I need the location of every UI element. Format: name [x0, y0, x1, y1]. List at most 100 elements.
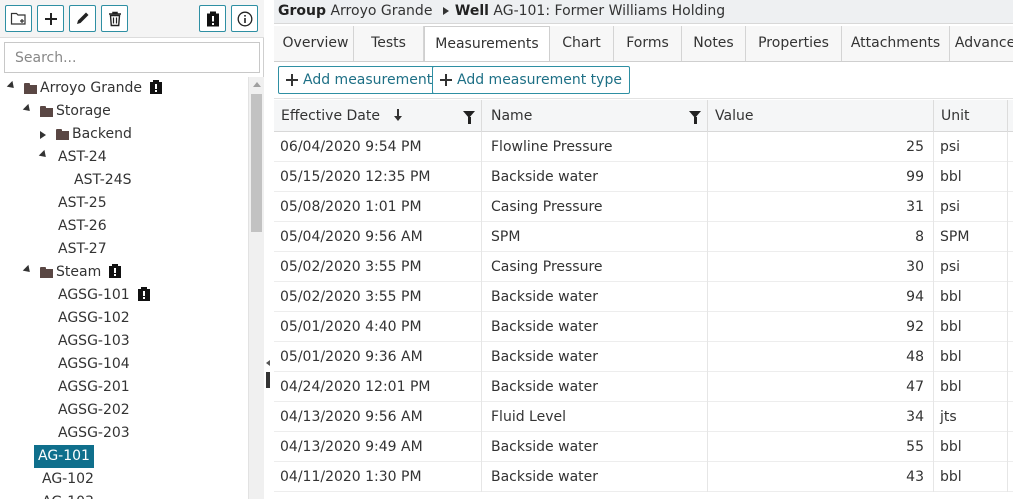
collapse-triangle-icon[interactable] — [22, 264, 33, 275]
cell-date: 04/11/2020 1:30 PM — [274, 462, 482, 492]
tree-node[interactable]: AG-103 — [0, 491, 248, 499]
tab-label: Notes — [693, 35, 734, 51]
tree-node[interactable]: AGSG-203 — [0, 422, 248, 445]
scrollbar-thumb[interactable] — [251, 94, 262, 232]
tab-forms[interactable]: Forms — [614, 26, 682, 61]
add-folder-button[interactable] — [5, 5, 32, 32]
scroll-up-arrow-icon[interactable] — [253, 82, 261, 87]
tree-node-label: AGSG-203 — [58, 425, 130, 441]
tree-node[interactable]: Steam — [0, 261, 248, 284]
collapse-triangle-icon[interactable] — [22, 103, 33, 114]
column-header-value[interactable]: Value — [708, 100, 934, 132]
tree-node[interactable]: AST-25 — [0, 192, 248, 215]
tree-node[interactable]: AST-24S — [0, 169, 248, 192]
tree-node-label: Steam — [56, 264, 102, 280]
measurements-grid: Effective Date Name Value Unit 06/04/202… — [274, 100, 1013, 499]
table-row[interactable]: 05/04/2020 9:56 AM SPM 8 SPM — [274, 222, 1013, 252]
table-row[interactable]: 05/01/2020 9:36 AM Backside water 48 bbl — [274, 342, 1013, 372]
tree-node[interactable]: AST-24 — [0, 146, 248, 169]
delete-button[interactable] — [101, 5, 128, 32]
tree-node[interactable]: AGSG-102 — [0, 307, 248, 330]
grid-header: Effective Date Name Value Unit — [274, 100, 1013, 132]
tree-node[interactable]: AGSG-103 — [0, 330, 248, 353]
tab-chart[interactable]: Chart — [550, 26, 614, 61]
table-row[interactable]: 04/13/2020 9:49 AM Backside water 55 bbl — [274, 432, 1013, 462]
table-row[interactable]: 05/08/2020 1:01 PM Casing Pressure 31 psi — [274, 192, 1013, 222]
filter-icon[interactable] — [689, 111, 701, 124]
cell-name: Backside water — [482, 162, 708, 192]
tree-node[interactable]: AGSG-201 — [0, 376, 248, 399]
tab-overview[interactable]: Overview — [278, 26, 354, 61]
table-row[interactable]: 06/04/2020 9:54 PM Flowline Pressure 25 psi — [274, 132, 1013, 162]
breadcrumb-group-value[interactable]: Arroyo Grande — [330, 3, 432, 19]
table-row[interactable]: 05/15/2020 12:35 PM Backside water 99 bbl — [274, 162, 1013, 192]
tab-label: Measurements — [435, 36, 539, 52]
column-header-date-label: Effective Date — [281, 108, 380, 124]
table-row[interactable]: 04/24/2020 12:01 PM Backside water 47 bbl — [274, 372, 1013, 402]
tree-node-label: AG-102 — [42, 471, 94, 487]
info-button[interactable] — [231, 5, 258, 32]
tab-attachments[interactable]: Attachments — [842, 26, 950, 61]
pane-splitter[interactable] — [264, 0, 274, 499]
edit-button[interactable] — [69, 5, 96, 32]
add-button[interactable] — [37, 5, 64, 32]
column-header-name[interactable]: Name — [482, 100, 708, 132]
tree-node-label: AGSG-202 — [58, 402, 130, 418]
tree-scrollbar[interactable] — [248, 77, 264, 499]
cell-date: 04/13/2020 9:49 AM — [274, 432, 482, 462]
add-measurement-type-button[interactable]: Add measurement type — [432, 66, 630, 94]
tree-node[interactable]: AGSG-101 — [0, 284, 248, 307]
tree-node[interactable]: Arroyo Grande — [0, 77, 248, 100]
app-window: Arroyo Grande Storage Backend AST-24 AST-24S… — [0, 0, 1013, 499]
tree-node[interactable]: Backend — [0, 123, 248, 146]
table-row[interactable]: 05/01/2020 4:40 PM Backside water 92 bbl — [274, 312, 1013, 342]
expand-triangle-icon[interactable] — [40, 131, 46, 139]
cell-value: 92 — [708, 312, 934, 342]
cell-unit: bbl — [934, 162, 1008, 192]
trash-icon — [108, 11, 121, 26]
add-measurement-button[interactable]: Add measurement — [278, 66, 441, 94]
tree-node[interactable]: AG-101 — [0, 445, 248, 468]
collapse-left-arrow-icon[interactable] — [266, 360, 270, 366]
clipboard-alert-icon — [206, 11, 219, 26]
filter-icon[interactable] — [463, 111, 475, 124]
tree-node-label: AST-26 — [58, 218, 107, 234]
alert-filter-button[interactable] — [199, 5, 226, 32]
tree-node[interactable]: AST-26 — [0, 215, 248, 238]
collapse-triangle-icon[interactable] — [6, 80, 17, 91]
cell-value: 34 — [708, 402, 934, 432]
tree-node[interactable]: AGSG-202 — [0, 399, 248, 422]
tab-notes[interactable]: Notes — [682, 26, 746, 61]
tab-properties[interactable]: Properties — [746, 26, 842, 61]
search-input[interactable] — [4, 42, 260, 73]
table-row[interactable]: 05/02/2020 3:55 PM Casing Pressure 30 psi — [274, 252, 1013, 282]
tree-node-label: Backend — [72, 126, 132, 142]
splitter-grip[interactable] — [266, 372, 270, 388]
tree-node[interactable]: Storage — [0, 100, 248, 123]
tree-node-label: Arroyo Grande — [40, 80, 142, 96]
collapse-triangle-icon[interactable] — [38, 149, 49, 160]
table-row[interactable]: 05/02/2020 3:55 PM Backside water 94 bbl — [274, 282, 1013, 312]
clipboard-alert-icon — [109, 264, 122, 278]
table-row[interactable]: 04/11/2020 1:30 PM Backside water 43 bbl — [274, 462, 1013, 492]
column-header-date[interactable]: Effective Date — [274, 100, 482, 132]
table-row[interactable]: 04/13/2020 9:56 AM Fluid Level 34 jts — [274, 402, 1013, 432]
tree-node-label: AGSG-102 — [58, 310, 130, 326]
tab-advanced[interactable]: Advanced — [950, 26, 1013, 61]
tree-node[interactable]: AGSG-104 — [0, 353, 248, 376]
cell-unit: bbl — [934, 372, 1008, 402]
tab-label: Tests — [371, 35, 406, 51]
cell-value: 30 — [708, 252, 934, 282]
tree-node-label: Storage — [56, 103, 111, 119]
tree-node[interactable]: AST-27 — [0, 238, 248, 261]
column-header-unit[interactable]: Unit — [934, 100, 1008, 132]
column-header-value-label: Value — [715, 108, 754, 124]
tab-tests[interactable]: Tests — [354, 26, 424, 61]
cell-unit: bbl — [934, 462, 1008, 492]
cell-unit: bbl — [934, 432, 1008, 462]
sort-descending-icon[interactable] — [394, 109, 403, 121]
tab-measurements[interactable]: Measurements — [424, 26, 550, 61]
tab-label: Advanced — [954, 35, 1013, 51]
tree-node[interactable]: AG-102 — [0, 468, 248, 491]
cell-name: Backside water — [482, 282, 708, 312]
